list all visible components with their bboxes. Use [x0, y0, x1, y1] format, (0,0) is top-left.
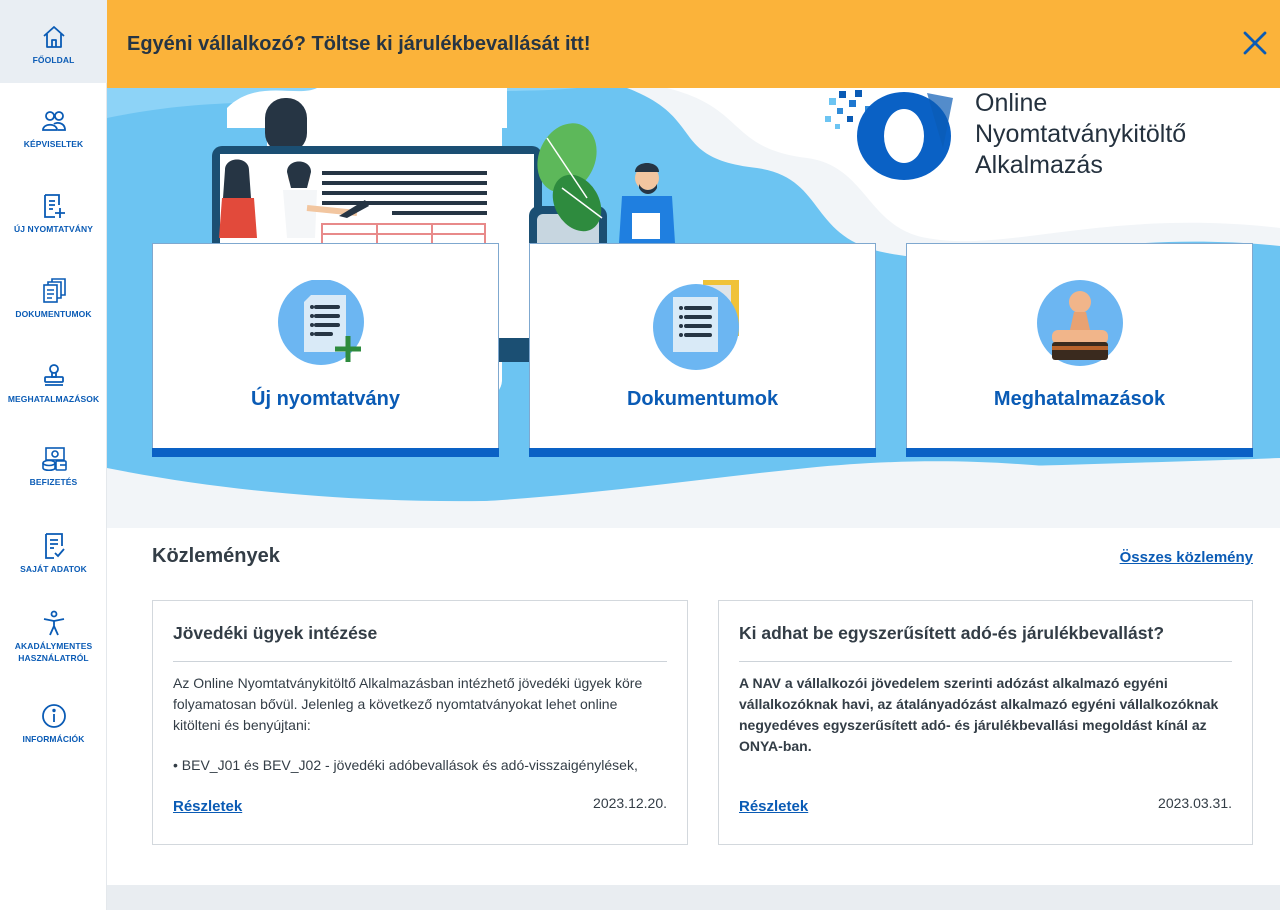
logo-line: Nyomtatványkitöltő	[975, 120, 1187, 148]
announcement-body: Az Online Nyomtatványkitöltő Alkalmazásb…	[173, 675, 643, 733]
accessibility-icon	[43, 610, 64, 636]
all-announcements-link[interactable]: Összes közlemény	[1120, 549, 1253, 566]
users-icon	[41, 111, 66, 131]
logo-line: Online	[975, 89, 1048, 117]
details-link[interactable]: Részletek	[173, 798, 242, 815]
divider	[173, 661, 667, 662]
banner-text[interactable]: Egyéni vállalkozó? Töltse ki járulékbeva…	[127, 33, 591, 56]
close-icon[interactable]	[1240, 28, 1270, 58]
card-title: Dokumentumok	[626, 388, 779, 410]
sidebar-item-new-form[interactable]: ÚJ NYOMTATVÁNY	[0, 193, 107, 235]
sidebar-item-own-data[interactable]: SAJÁT ADATOK	[0, 533, 107, 575]
footer-strip	[107, 885, 1280, 910]
announcements-title: Közlemények	[152, 545, 280, 567]
card-title: Új nyomtatvány	[251, 388, 400, 410]
payment-icon	[41, 447, 67, 472]
sidebar-item-label: FŐOLDAL	[32, 55, 75, 65]
card-new-form[interactable]: Új nyomtatvány	[152, 243, 499, 457]
own-data-icon	[44, 533, 65, 559]
card-authorizations[interactable]: Meghatalmazások	[906, 243, 1253, 457]
notification-banner: Egyéni vállalkozó? Töltse ki járulékbeva…	[107, 0, 1280, 88]
announcement-title: Jövedéki ügyek intézése	[173, 623, 378, 643]
sidebar-item-info[interactable]: INFORMÁCIÓK	[0, 703, 107, 745]
home-icon	[42, 26, 65, 48]
sidebar-item-label: SAJÁT ADATOK	[20, 564, 87, 574]
sidebar-item-payment[interactable]: BEFIZETÉS	[0, 446, 107, 488]
app-logo-text: Online Nyomtatványkitöltő Alkalmazás	[975, 88, 1186, 181]
announcement-date: 2023.12.20.	[593, 795, 667, 811]
sidebar-item-label: BEFIZETÉS	[29, 477, 78, 487]
announcement-card: Jövedéki ügyek intézése Az Online Nyomta…	[152, 600, 688, 845]
sidebar-item-accessibility[interactable]: AKADÁLYMENTES HASZNÁLATRÓL	[0, 610, 107, 664]
logo-line: Alkalmazás	[975, 151, 1103, 179]
announcement-body: A NAV a vállalkozói jövedelem szerinti a…	[739, 675, 1219, 754]
documents-icon	[652, 280, 739, 370]
documents-icon	[42, 278, 66, 303]
sidebar-item-label: KÉPVISELTEK	[23, 139, 84, 149]
sidebar-item-authorizations[interactable]: MEGHATALMAZÁSOK	[0, 363, 107, 405]
new-form-icon	[43, 194, 65, 218]
announcement-title: Ki adhat be egyszerűsített adó-és járulé…	[739, 623, 1165, 643]
sidebar-item-representatives[interactable]: KÉPVISELTEK	[0, 108, 107, 150]
sidebar: FŐOLDAL KÉPVISELTEK ÚJ NYOMTATVÁNY DOKUM…	[0, 0, 107, 910]
new-form-icon	[277, 280, 364, 365]
stamp-icon	[1036, 280, 1123, 366]
sidebar-item-label: MEGHATALMAZÁSOK	[7, 394, 100, 404]
sidebar-item-home[interactable]: FŐOLDAL	[0, 0, 107, 83]
sidebar-item-label: AKADÁLYMENTES HASZNÁLATRÓL	[14, 641, 93, 663]
announcement-date: 2023.03.31.	[1158, 795, 1232, 811]
info-icon	[41, 704, 66, 728]
announcement-bullet: • BEV_J01 és BEV_J02 - jövedéki adóbeval…	[173, 757, 638, 773]
sidebar-item-documents[interactable]: DOKUMENTUMOK	[0, 278, 107, 320]
announcement-card: Ki adhat be egyszerűsített adó-és járulé…	[718, 600, 1253, 845]
sidebar-item-label: ÚJ NYOMTATVÁNY	[13, 224, 93, 234]
card-title: Meghatalmazások	[993, 388, 1166, 410]
card-documents[interactable]: Dokumentumok	[529, 243, 876, 457]
divider	[739, 661, 1232, 662]
stamp-icon	[43, 364, 64, 386]
details-link[interactable]: Részletek	[739, 798, 808, 815]
sidebar-item-label: INFORMÁCIÓK	[22, 734, 85, 744]
sidebar-item-label: DOKUMENTUMOK	[15, 309, 92, 319]
